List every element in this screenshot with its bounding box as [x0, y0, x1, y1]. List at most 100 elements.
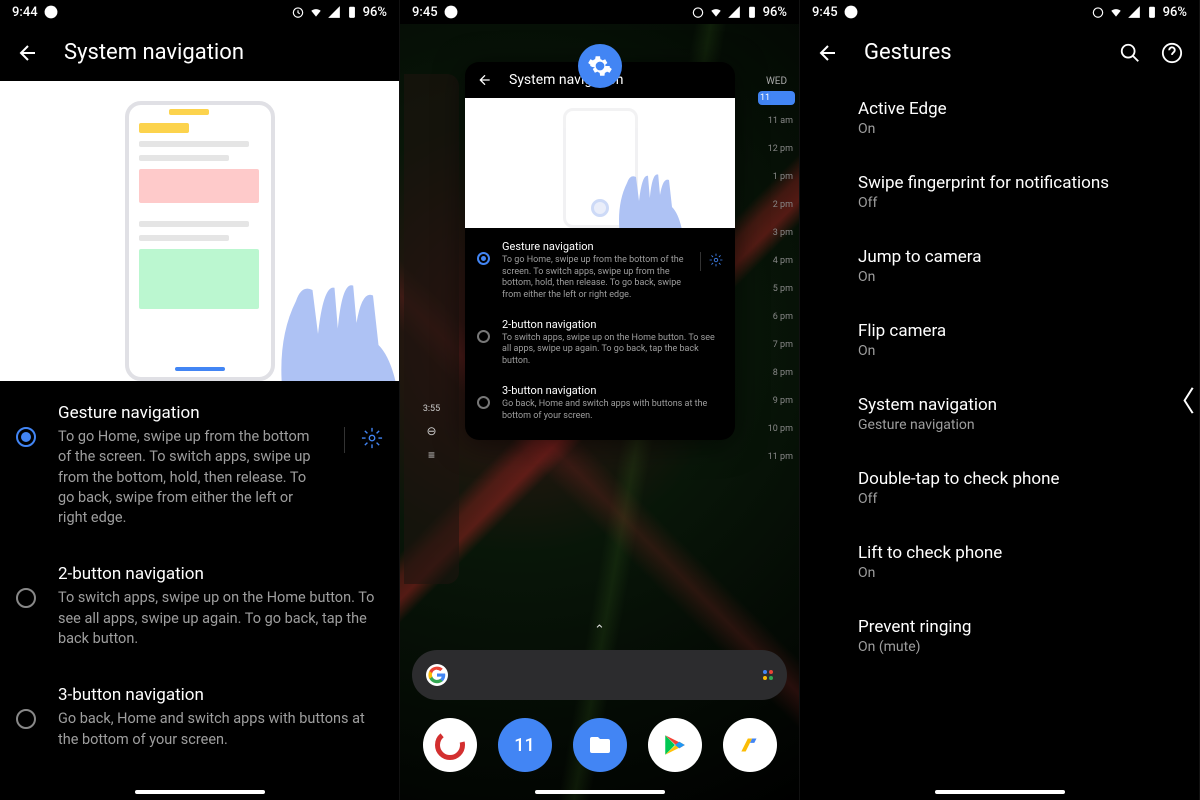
radio-icon[interactable] [16, 588, 36, 608]
calendar-hour: 3 pm [754, 219, 799, 247]
music-time: 3:55 [404, 404, 459, 414]
option-desc: Go back, Home and switch apps with butto… [502, 399, 723, 422]
list-item[interactable]: Flip camera On [816, 303, 1183, 377]
option-desc: To switch apps, swipe up on the Home but… [58, 588, 383, 649]
alarm-icon [691, 5, 705, 19]
app-icon-settings[interactable] [578, 44, 622, 88]
option-title: Gesture navigation [58, 403, 314, 423]
calendar-hour: 5 pm [754, 275, 799, 303]
list-item[interactable]: Lift to check phoneOn [816, 525, 1183, 599]
calendar-hour: 12 pm [754, 135, 799, 163]
back-icon[interactable] [816, 41, 840, 65]
option-desc: To go Home, swipe up from the bottom of … [502, 255, 688, 302]
list-item-title: Lift to check phone [858, 543, 1141, 563]
wifi-icon [709, 5, 723, 19]
radio-icon[interactable] [16, 427, 36, 447]
battery-pct: 96% [1163, 5, 1187, 20]
gestures-list: Active Edge On Swipe fingerprint for notif… [800, 81, 1199, 673]
list-item[interactable]: Active Edge On [816, 81, 1183, 155]
battery-icon [1145, 5, 1159, 19]
radio-icon [477, 396, 490, 409]
mini-gear-button[interactable] [700, 252, 723, 271]
page-header: System navigation [0, 24, 399, 81]
calendar-hour: 6 pm [754, 303, 799, 331]
list-item[interactable]: Jump to cameraOn [816, 229, 1183, 303]
mini-option-3button[interactable]: 3-button navigation Go back, Home and sw… [465, 376, 735, 430]
spotify-icon [844, 5, 858, 19]
dock-app-play-store[interactable] [648, 718, 702, 772]
list-item-sub: On [858, 343, 1141, 359]
recents-card-current[interactable]: System navigation Gesture navigation To … [465, 62, 735, 440]
calendar-hour: 9 pm [754, 387, 799, 415]
option-title: 3-button navigation [58, 685, 383, 705]
calendar-day-label: WED [754, 74, 799, 89]
list-item-title: System navigation [858, 395, 1141, 415]
page-title: System navigation [64, 40, 244, 65]
back-icon[interactable] [477, 72, 493, 88]
battery-icon [345, 5, 359, 19]
list-item-title: Flip camera [858, 321, 1141, 341]
mini-illustration [465, 98, 735, 228]
assistant-icon[interactable] [763, 670, 773, 680]
edge-back-gesture-icon[interactable]: 〈 [1167, 380, 1195, 420]
gesture-settings-button[interactable] [344, 427, 383, 453]
list-item[interactable]: Swipe fingerprint for notificationsOff [816, 155, 1183, 229]
spotify-icon [44, 5, 58, 19]
calendar-date: 11 [514, 735, 534, 756]
status-time: 9:45 [412, 5, 438, 20]
option-title: 2-button navigation [58, 564, 383, 584]
recents-card-previous[interactable] [404, 74, 459, 584]
back-icon[interactable] [16, 41, 40, 65]
calendar-date-chip: 11 [758, 91, 795, 105]
status-bar: 9:44 96% [0, 0, 399, 24]
list-item-title: Active Edge [858, 99, 1141, 119]
option-gesture-navigation[interactable]: Gesture navigation To go Home, swipe up … [0, 385, 399, 546]
gear-icon [587, 53, 613, 79]
dock-app-files[interactable] [573, 718, 627, 772]
option-desc: Go back, Home and switch apps with butto… [58, 709, 383, 750]
wifi-icon [1109, 5, 1123, 19]
option-desc: To go Home, swipe up from the bottom of … [58, 427, 314, 528]
radio-icon [477, 252, 490, 265]
list-item[interactable]: Double-tap to check phoneOff [816, 451, 1183, 525]
radio-icon[interactable] [16, 709, 36, 729]
google-search-bar[interactable] [412, 650, 787, 700]
search-icon[interactable] [1119, 42, 1141, 64]
list-item[interactable]: Prevent ringing On (mute) [816, 599, 1183, 673]
menu-icon[interactable]: ≡ [404, 448, 459, 462]
list-item-title: Prevent ringing [858, 617, 1141, 637]
gear-icon [709, 253, 723, 267]
home-indicator[interactable] [935, 790, 1065, 794]
list-item-title: Jump to camera [858, 247, 1141, 267]
wifi-icon [309, 5, 323, 19]
calendar-hour: 11 pm [754, 443, 799, 471]
signal-icon [327, 5, 341, 19]
home-indicator[interactable] [135, 790, 265, 794]
spotify-icon [444, 5, 458, 19]
dock-app-calendar[interactable]: 11 [498, 718, 552, 772]
option-desc: To switch apps, swipe up on the Home but… [502, 333, 723, 368]
signal-icon [727, 5, 741, 19]
screen-gestures: 9:45 96% Gestures Active EdgeOnSwipe fin… [800, 0, 1200, 800]
list-item-sub: On (mute) [858, 639, 1141, 655]
calendar-hour: 1 pm [754, 163, 799, 191]
nav-illustration [0, 81, 399, 381]
option-2-button-navigation[interactable]: 2-button navigation To switch apps, swip… [0, 546, 399, 667]
mini-option-gesture[interactable]: Gesture navigation To go Home, swipe up … [465, 232, 735, 310]
option-3-button-navigation[interactable]: 3-button navigation Go back, Home and sw… [0, 667, 399, 768]
skip-back-icon[interactable]: ⊖ [404, 424, 459, 438]
calendar-hour: 4 pm [754, 247, 799, 275]
calendar-hour: 2 pm [754, 191, 799, 219]
dock-app-ccleaner[interactable] [423, 718, 477, 772]
chevron-up-icon[interactable]: ⌃ [412, 619, 787, 642]
dock-row: 11 [412, 718, 787, 772]
help-icon[interactable] [1161, 42, 1183, 64]
dock-app-adsense[interactable] [723, 718, 777, 772]
nav-options-list: Gesture navigation To go Home, swipe up … [0, 381, 399, 772]
hand-illustration [585, 123, 705, 228]
list-item-sub: On [858, 121, 1141, 137]
page-title: Gestures [864, 40, 952, 65]
list-item[interactable]: System navigationGesture navigation [816, 377, 1183, 451]
mini-option-2button[interactable]: 2-button navigation To switch apps, swip… [465, 310, 735, 376]
alarm-icon [291, 5, 305, 19]
